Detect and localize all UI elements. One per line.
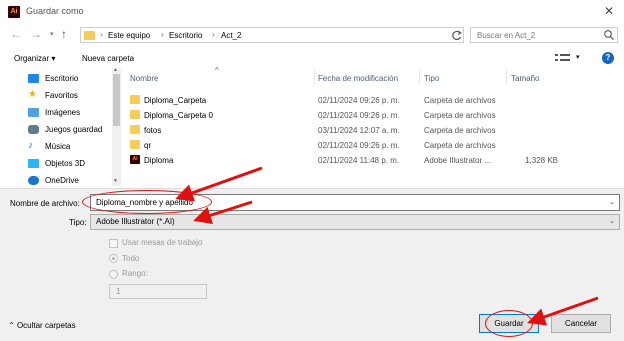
hide-folders-button[interactable]: ⌃ Ocultar carpetas xyxy=(8,321,76,330)
file-date: 02/11/2024 09:26 p. m. xyxy=(318,141,400,150)
breadcrumb-separator: › xyxy=(212,30,215,39)
file-size: 1,328 KB xyxy=(525,156,558,165)
chevron-up-icon: ⌃ xyxy=(8,321,17,330)
folder-icon xyxy=(130,125,140,134)
address-bar[interactable]: › Este equipo › Escritorio › Act_2 ⌄ xyxy=(80,27,532,43)
file-name: qr xyxy=(144,141,152,150)
back-arrow-icon[interactable]: ← xyxy=(10,27,22,41)
breadcrumb-escritorio[interactable]: Escritorio xyxy=(169,31,202,40)
column-header-name[interactable]: Nombre xyxy=(130,74,158,83)
sidebar-item-label: Objetos 3D xyxy=(45,159,86,168)
scrollbar-thumb[interactable] xyxy=(113,74,120,126)
forward-arrow-icon[interactable]: → xyxy=(30,27,42,41)
star-icon: ★ xyxy=(28,89,37,100)
breadcrumb-act-2[interactable]: Act_2 xyxy=(221,31,241,40)
cancel-button[interactable]: Cancelar xyxy=(551,314,611,333)
column-header-date[interactable]: Fecha de modificación xyxy=(318,74,398,83)
annotation-circle-save xyxy=(485,310,533,337)
file-type: Carpeta de archivos xyxy=(424,141,496,150)
radio-range-label: Rango: xyxy=(122,269,148,278)
chevron-down-icon[interactable]: ⌄ xyxy=(609,217,615,225)
file-date: 02/11/2024 09:26 p. m. xyxy=(318,111,400,120)
illustrator-app-icon: Ai xyxy=(8,6,20,18)
radio-all[interactable] xyxy=(109,254,118,263)
sort-ascending-icon: ^ xyxy=(215,66,219,75)
organize-button[interactable]: Organizar ▾ xyxy=(14,54,55,63)
pictures-icon xyxy=(28,108,39,117)
file-name: fotos xyxy=(144,126,162,135)
file-type: Carpeta de archivos xyxy=(424,111,496,120)
folder-icon xyxy=(130,95,140,104)
file-type: Carpeta de archivos xyxy=(424,96,496,105)
sidebar-scrollbar[interactable]: ▲ ▼ xyxy=(112,67,121,186)
annotation-circle-filename xyxy=(82,190,212,214)
navigation-pane: Escritorio ★ Favoritos Imágenes Juegos g… xyxy=(0,68,112,188)
range-value: 1 xyxy=(116,287,121,296)
new-folder-button[interactable]: Nueva carpeta xyxy=(82,54,134,63)
file-date: 03/11/2024 12:07 a. m. xyxy=(318,126,400,135)
radio-selected-dot xyxy=(112,257,115,260)
filename-label: Nombre de archivo: xyxy=(10,199,80,208)
search-icon[interactable] xyxy=(603,29,615,43)
scroll-up-icon[interactable]: ▲ xyxy=(113,67,118,73)
folder-icon xyxy=(84,31,95,40)
sidebar-item-label: Escritorio xyxy=(45,74,79,83)
recent-dropdown-icon[interactable]: ▾ xyxy=(50,30,54,38)
file-row[interactable]: Diploma_Carpeta 0 02/11/2024 09:26 p. m.… xyxy=(128,108,620,123)
window-title: Guardar como xyxy=(26,6,84,16)
hide-folders-label: Ocultar carpetas xyxy=(16,321,76,330)
breadcrumb-separator: › xyxy=(100,30,103,39)
column-header-type[interactable]: Tipo xyxy=(424,74,439,83)
breadcrumb-separator: › xyxy=(161,30,164,39)
filetype-select[interactable]: Adobe Illustrator (*.AI) ⌄ xyxy=(90,214,620,230)
title-bar: Ai Guardar como ✕ xyxy=(0,0,624,24)
file-row[interactable]: Ai Diploma 02/11/2024 11:48 p. m. Adobe … xyxy=(128,153,620,168)
column-header-size[interactable]: Tamaño xyxy=(511,74,539,83)
folder-icon xyxy=(130,140,140,149)
cloud-icon xyxy=(28,176,39,185)
artboards-checkbox-label: Usar mesas de trabajo xyxy=(122,238,203,247)
artboards-checkbox[interactable] xyxy=(109,239,118,248)
file-name: Diploma xyxy=(144,156,174,165)
music-icon: ♪ xyxy=(28,140,33,151)
file-type: Adobe Illustrator ... xyxy=(424,156,492,165)
illustrator-file-icon: Ai xyxy=(130,155,140,164)
radio-range[interactable] xyxy=(109,270,118,279)
sidebar-item-label: Imágenes xyxy=(45,108,81,117)
file-date: 02/11/2024 11:48 p. m. xyxy=(318,156,400,165)
help-icon[interactable]: ? xyxy=(602,52,614,64)
sidebar-item-label: Juegos guardad xyxy=(45,125,103,134)
radio-all-label: Todo xyxy=(122,254,140,263)
saved-games-icon xyxy=(28,125,39,134)
sidebar-item-label: Favoritos xyxy=(45,91,78,100)
file-row[interactable]: fotos 03/11/2024 12:07 a. m. Carpeta de … xyxy=(128,123,620,138)
sidebar-item-label: OneDrive xyxy=(45,176,79,185)
view-options-icon[interactable] xyxy=(555,53,571,65)
up-arrow-icon[interactable]: ↑ xyxy=(61,27,67,41)
file-date: 02/11/2024 09:26 p. m. xyxy=(318,96,400,105)
file-name: Diploma_Carpeta 0 xyxy=(144,111,213,120)
filetype-label: Tipo: xyxy=(69,218,87,227)
refresh-button[interactable] xyxy=(450,27,464,43)
objects-3d-icon xyxy=(28,159,39,168)
chevron-down-icon[interactable]: ⌄ xyxy=(609,198,615,206)
view-dropdown-icon[interactable]: ▾ xyxy=(576,53,580,61)
desktop-icon xyxy=(28,74,39,83)
search-placeholder: Buscar en Act_2 xyxy=(477,31,536,40)
folder-icon xyxy=(130,110,140,119)
search-input[interactable]: Buscar en Act_2 xyxy=(470,27,618,43)
column-divider[interactable] xyxy=(419,70,420,84)
column-divider[interactable] xyxy=(314,70,315,84)
file-name: Diploma_Carpeta xyxy=(144,96,207,105)
filetype-value: Adobe Illustrator (*.AI) xyxy=(96,217,175,226)
sidebar-item-label: Música xyxy=(45,142,71,151)
column-divider[interactable] xyxy=(506,70,507,84)
range-input[interactable]: 1 xyxy=(109,284,207,299)
scroll-down-icon[interactable]: ▼ xyxy=(113,178,118,184)
file-row[interactable]: Diploma_Carpeta 02/11/2024 09:26 p. m. C… xyxy=(128,93,620,108)
file-row[interactable]: qr 02/11/2024 09:26 p. m. Carpeta de arc… xyxy=(128,138,620,153)
breadcrumb-este-equipo[interactable]: Este equipo xyxy=(108,31,150,40)
close-icon[interactable]: ✕ xyxy=(604,4,614,18)
file-type: Carpeta de archivos xyxy=(424,126,496,135)
